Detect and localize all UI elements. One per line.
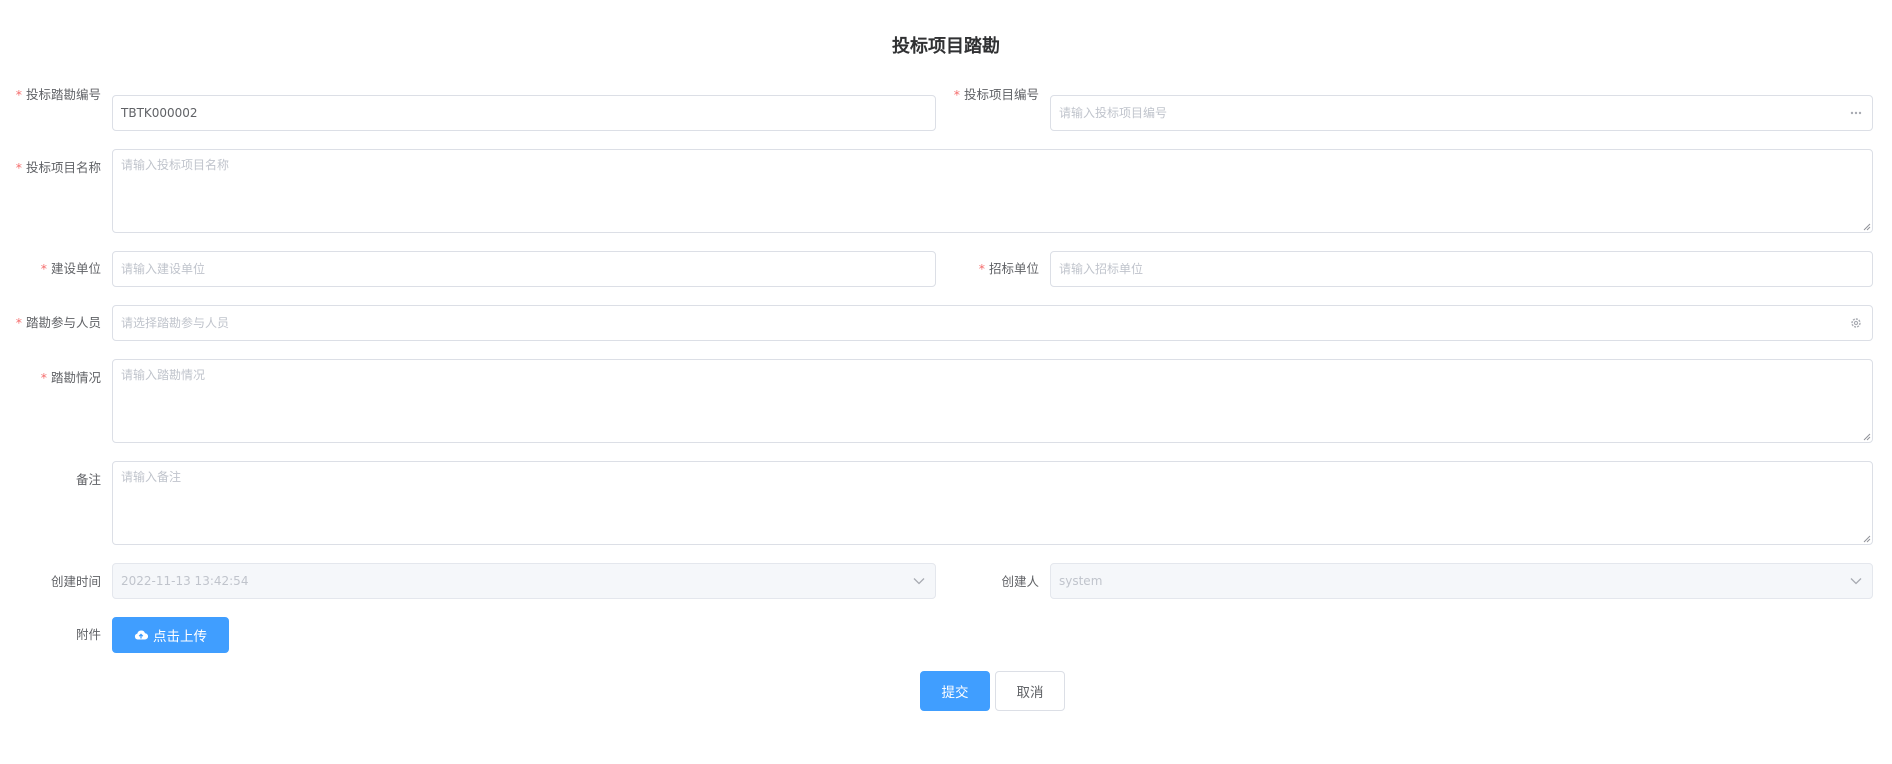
required-mark: * [15, 315, 22, 330]
remark-placeholder: 请输入备注 [121, 470, 182, 484]
resize-handle-icon[interactable] [1863, 223, 1871, 231]
participants-placeholder: 请选择踏勘参与人员 [121, 316, 230, 330]
required-mark: * [953, 87, 960, 102]
required-mark: * [15, 87, 22, 102]
project-name-placeholder: 请输入投标项目名称 [121, 158, 230, 172]
creator-label: 创建人 [1001, 574, 1039, 589]
created-time-value: 2022-11-13 13:42:54 [121, 574, 249, 588]
creator-input: system [1050, 563, 1873, 599]
project-no-input[interactable]: 请输入投标项目编号 [1050, 95, 1873, 131]
survey-no-value: TBTK000002 [121, 106, 198, 120]
created-time-input: 2022-11-13 13:42:54 [112, 563, 936, 599]
more-dots-icon[interactable] [1848, 96, 1864, 130]
gear-icon[interactable] [1848, 306, 1864, 340]
tender-unit-input[interactable]: 请输入招标单位 [1050, 251, 1873, 287]
survey-status-label: * 踏勘情况 [40, 370, 101, 385]
required-mark: * [40, 370, 47, 385]
tender-unit-placeholder: 请输入招标单位 [1059, 262, 1144, 276]
page-title: 投标项目踏勘 [892, 36, 1000, 57]
construction-unit-placeholder: 请输入建设单位 [121, 262, 206, 276]
created-time-label: 创建时间 [50, 574, 101, 589]
project-name-label: * 投标项目名称 [15, 160, 101, 175]
resize-handle-icon[interactable] [1863, 535, 1871, 543]
construction-unit-input[interactable]: 请输入建设单位 [112, 251, 936, 287]
upload-button[interactable]: 点击上传 [112, 617, 229, 653]
remark-label: 备注 [75, 472, 101, 487]
construction-unit-label: * 建设单位 [40, 261, 101, 276]
required-mark: * [15, 160, 22, 175]
survey-no-label: * 投标踏勘编号 [15, 87, 101, 102]
remark-textarea[interactable]: 请输入备注 [112, 461, 1873, 545]
cloud-upload-icon [134, 630, 148, 640]
resize-handle-icon[interactable] [1863, 433, 1871, 441]
required-mark: * [978, 261, 985, 276]
participants-label: * 踏勘参与人员 [15, 315, 101, 330]
creator-value: system [1059, 574, 1103, 588]
required-mark: * [40, 261, 47, 276]
tender-unit-label: * 招标单位 [978, 261, 1039, 276]
attachment-label: 附件 [75, 627, 101, 642]
chevron-down-icon [911, 564, 927, 598]
cancel-button[interactable]: 取消 [995, 671, 1065, 711]
participants-input[interactable]: 请选择踏勘参与人员 [112, 305, 1873, 341]
project-no-placeholder: 请输入投标项目编号 [1059, 106, 1168, 120]
survey-status-textarea[interactable]: 请输入踏勘情况 [112, 359, 1873, 443]
project-name-textarea[interactable]: 请输入投标项目名称 [112, 149, 1873, 233]
survey-no-input[interactable]: TBTK000002 [112, 95, 936, 131]
upload-button-label: 点击上传 [153, 629, 207, 645]
submit-button[interactable]: 提交 [920, 671, 990, 711]
chevron-down-icon [1848, 564, 1864, 598]
project-no-label: * 投标项目编号 [953, 87, 1039, 102]
survey-status-placeholder: 请输入踏勘情况 [121, 368, 206, 382]
